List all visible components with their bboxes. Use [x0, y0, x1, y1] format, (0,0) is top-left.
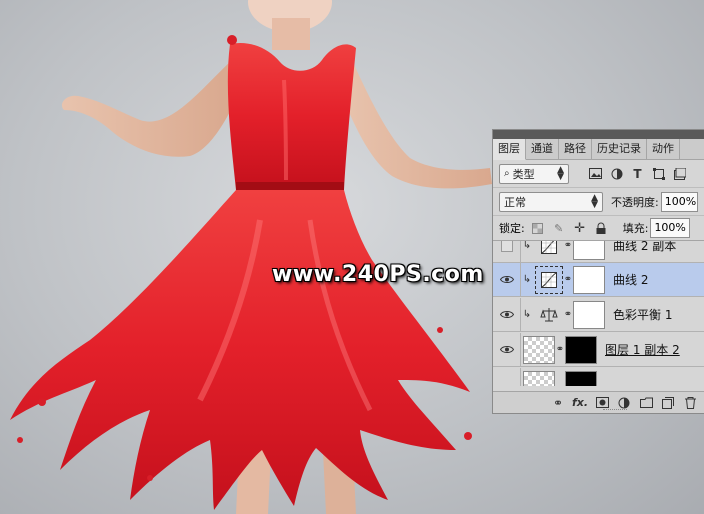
canvas[interactable]: www.240PS.com 图层 通道 路径 历史记录 动作 ⌕ 类型 ▲ ▼ T — [0, 0, 704, 514]
layer-row[interactable] — [493, 367, 704, 386]
watermark-text: www.240PS.com — [272, 262, 484, 287]
opacity-label: 不透明度: — [611, 195, 659, 209]
layer-row[interactable]: ⚭ 图层 1 副本 2 — [493, 332, 704, 367]
fx-icon[interactable]: fx. — [569, 393, 591, 413]
layer-row[interactable]: ↳ ⚭ 色彩平衡 1 — [493, 297, 704, 332]
tab-layers[interactable]: 图层 — [493, 139, 526, 160]
layer-mask-thumbnail[interactable] — [573, 265, 605, 294]
layer-name[interactable]: 色彩平衡 1 — [613, 306, 672, 323]
clip-arrow-icon: ↳ — [522, 241, 532, 251]
panel-title-bar[interactable] — [493, 130, 704, 139]
adjustment-filter-icon[interactable] — [608, 165, 625, 182]
layers-footer: ⚭ fx. — [493, 391, 704, 413]
layer-mask-thumbnail[interactable] — [573, 300, 605, 329]
select-arrows-icon: ▲ ▼ — [557, 164, 564, 182]
smart-object-filter-icon[interactable] — [671, 165, 688, 182]
fill-label: 填充: — [622, 222, 649, 235]
panel-tabs: 图层 通道 路径 历史记录 动作 — [493, 139, 704, 160]
pixel-layer-thumbnail[interactable] — [523, 370, 555, 386]
blend-mode-value: 正常 — [504, 195, 526, 209]
select-arrows-icon: ▲ ▼ — [591, 192, 599, 210]
eye-icon[interactable] — [493, 297, 521, 332]
lock-pixels-brush-icon[interactable]: ✎ — [551, 220, 567, 236]
curves-icon — [535, 265, 563, 294]
eye-icon[interactable] — [493, 262, 521, 297]
link-chain-icon[interactable]: ⚭ — [563, 309, 573, 320]
shape-filter-icon[interactable] — [650, 165, 667, 182]
layer-row[interactable]: ↳ ⚭ 曲线 2 副本 — [493, 241, 704, 263]
layers-panel: 图层 通道 路径 历史记录 动作 ⌕ 类型 ▲ ▼ T 正常 ▲ ▼ 不透明度:… — [492, 129, 704, 414]
clip-arrow-icon: ↳ — [522, 274, 532, 285]
blend-row: 正常 ▲ ▼ 不透明度: 100% — [493, 187, 704, 215]
lock-transparent-icon[interactable] — [530, 220, 546, 236]
lock-label: 锁定: — [499, 222, 525, 235]
opacity-input[interactable]: 100% — [660, 191, 698, 212]
fill-input[interactable]: 100% — [650, 218, 691, 238]
filter-type-value: 类型 — [512, 167, 535, 181]
search-icon: ⌕ — [504, 168, 510, 179]
layer-row-selected[interactable]: ↳ ⚭ 曲线 2 — [493, 262, 704, 297]
tab-history[interactable]: 历史记录 — [592, 139, 647, 160]
new-layer-icon[interactable] — [657, 393, 679, 413]
color-balance-icon — [535, 301, 563, 329]
tab-actions[interactable]: 动作 — [647, 139, 680, 160]
layer-mask-thumbnail[interactable] — [565, 335, 597, 364]
layer-mask-thumbnail[interactable] — [565, 370, 597, 386]
tab-channels[interactable]: 通道 — [526, 139, 559, 160]
pixel-layer-thumbnail[interactable] — [523, 335, 555, 364]
eye-icon[interactable] — [493, 332, 521, 367]
layer-name[interactable]: 曲线 2 — [613, 271, 648, 288]
tab-paths[interactable]: 路径 — [559, 139, 592, 160]
delete-trash-icon[interactable] — [679, 393, 701, 413]
link-chain-icon[interactable]: ⚭ — [555, 344, 565, 355]
visibility-toggle-off[interactable] — [493, 241, 521, 263]
image-filter-icon[interactable] — [587, 165, 604, 182]
type-filter-icon[interactable]: T — [629, 165, 646, 182]
blend-mode-select[interactable]: 正常 ▲ ▼ — [499, 191, 604, 212]
filter-type-select[interactable]: ⌕ 类型 ▲ ▼ — [499, 163, 569, 184]
layer-name[interactable]: 曲线 2 副本 — [613, 241, 676, 254]
layer-name[interactable]: 图层 1 副本 2 — [605, 341, 680, 358]
link-chain-icon[interactable]: ⚭ — [563, 241, 573, 251]
eye-icon[interactable] — [493, 367, 521, 386]
curves-icon — [535, 241, 563, 260]
filter-row: ⌕ 类型 ▲ ▼ T — [493, 160, 704, 187]
lock-row: 锁定: ✎ ✛ 填充: 100% — [493, 215, 704, 241]
lock-all-icon[interactable] — [593, 220, 609, 236]
link-layers-icon[interactable]: ⚭ — [547, 393, 569, 413]
link-chain-icon[interactable]: ⚭ — [563, 274, 573, 285]
new-group-folder-icon[interactable] — [635, 393, 657, 413]
clip-arrow-icon: ↳ — [522, 309, 532, 320]
lock-position-move-icon[interactable]: ✛ — [572, 220, 588, 236]
resize-grip[interactable] — [603, 409, 627, 412]
layer-mask-thumbnail[interactable] — [573, 241, 605, 260]
layers-list[interactable]: ↳ ⚭ 曲线 2 副本 ↳ ⚭ 曲线 2 ↳ ⚭ 色彩平衡 1 ⚭ 图层 1 副… — [493, 241, 704, 386]
